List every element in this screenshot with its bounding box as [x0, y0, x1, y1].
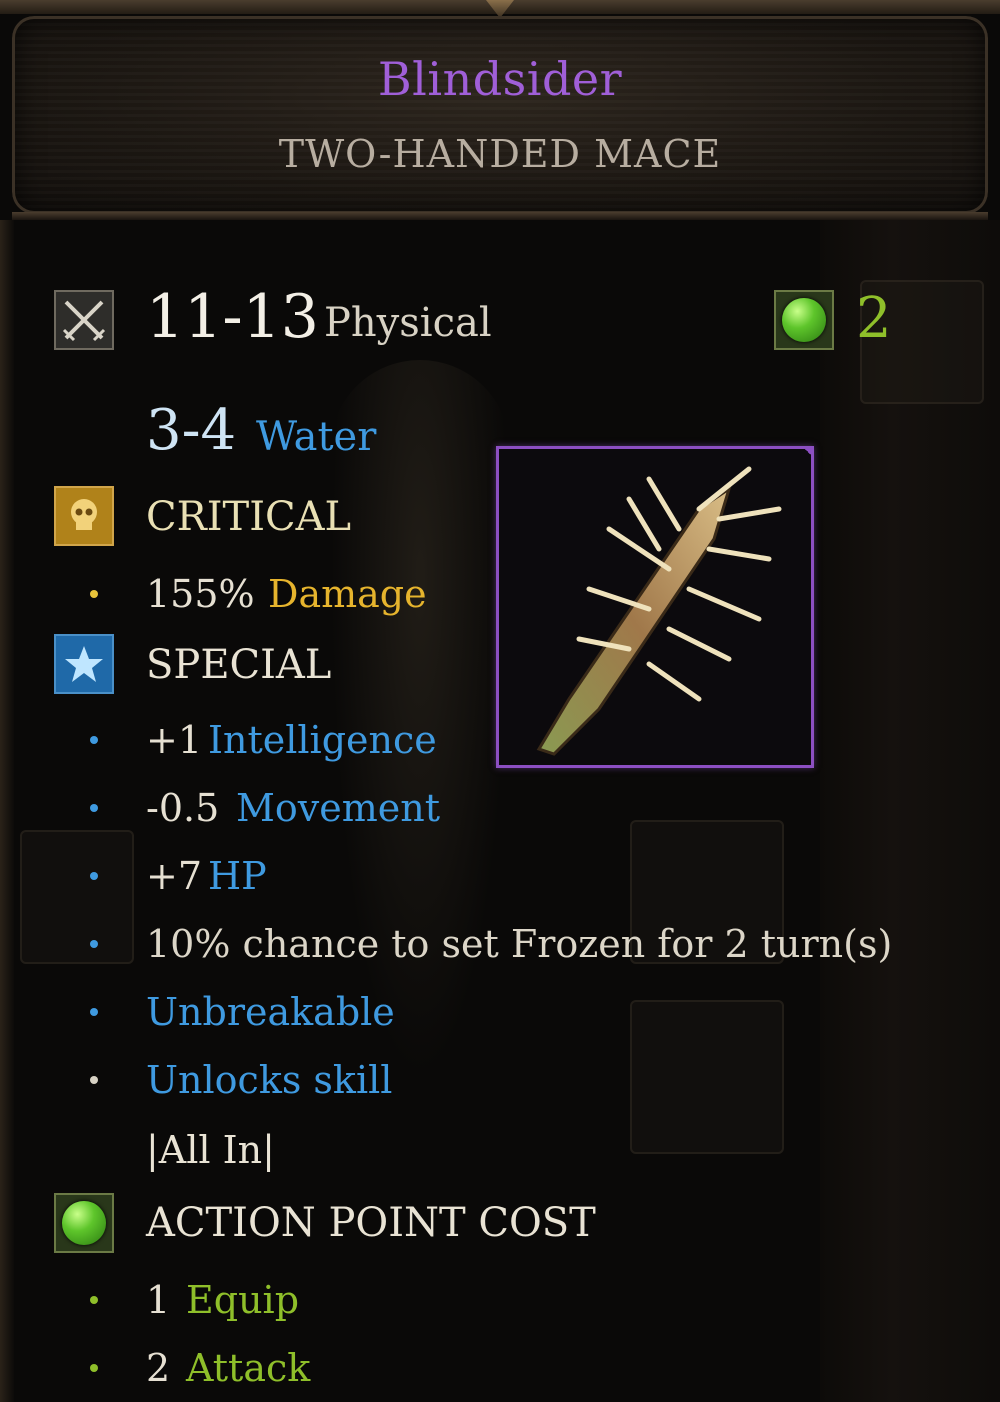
ap-cost-number: 2 [856, 286, 892, 351]
intelligence-value: +1 [146, 718, 203, 762]
water-damage-value: 3-4 [146, 398, 237, 463]
bullet-icon [90, 736, 98, 744]
item-name: Blindsider [377, 52, 623, 106]
bullet-icon [90, 1364, 98, 1372]
attack-cost-label: Attack [186, 1346, 311, 1390]
water-damage-type: Water [256, 414, 377, 460]
crossed-swords-icon [54, 290, 114, 350]
hp-label: HP [208, 854, 267, 898]
bullet-icon [90, 1076, 98, 1084]
critical-damage-value: 155% [146, 572, 255, 616]
unbreakable-label: Unbreakable [146, 990, 395, 1034]
banner-divider [12, 212, 988, 220]
physical-damage-type: Physical [324, 300, 492, 346]
rarity-corner [754, 446, 814, 506]
title-banner [12, 16, 988, 214]
frozen-effect-text: 10% chance to set Frozen for 2 turn(s) [146, 922, 893, 966]
tooltip-top-frame [0, 0, 1000, 18]
intelligence-label: Intelligence [208, 718, 437, 762]
green-orb-icon [774, 290, 834, 350]
bullet-icon [90, 1008, 98, 1016]
weapon-portrait [496, 446, 814, 768]
skill-name: |All In| [146, 1128, 275, 1172]
background-slot [630, 1000, 784, 1154]
background-slot [20, 830, 134, 964]
item-type: TWO-HANDED MACE [278, 132, 722, 176]
bullet-icon [90, 940, 98, 948]
skull-icon [54, 486, 114, 546]
green-orb-icon [54, 1193, 114, 1253]
bullet-icon [90, 872, 98, 880]
equip-cost-value: 1 [146, 1278, 171, 1322]
bullet-icon [90, 1296, 98, 1304]
movement-value: -0.5 [146, 786, 220, 830]
special-heading: SPECIAL [146, 642, 332, 688]
attack-cost-value: 2 [146, 1346, 171, 1390]
hp-value: +7 [146, 854, 203, 898]
critical-heading: CRITICAL [146, 494, 352, 540]
critical-damage-label: Damage [268, 572, 427, 616]
star-icon [54, 634, 114, 694]
equip-cost-label: Equip [186, 1278, 300, 1322]
unlocks-skill-label: Unlocks skill [146, 1058, 393, 1102]
movement-label: Movement [236, 786, 441, 830]
left-frame-edge [0, 220, 14, 1402]
bullet-icon [90, 804, 98, 812]
ap-cost-heading: ACTION POINT COST [146, 1200, 596, 1246]
bullet-icon [90, 590, 98, 598]
physical-damage-value: 11-13 [146, 282, 319, 352]
